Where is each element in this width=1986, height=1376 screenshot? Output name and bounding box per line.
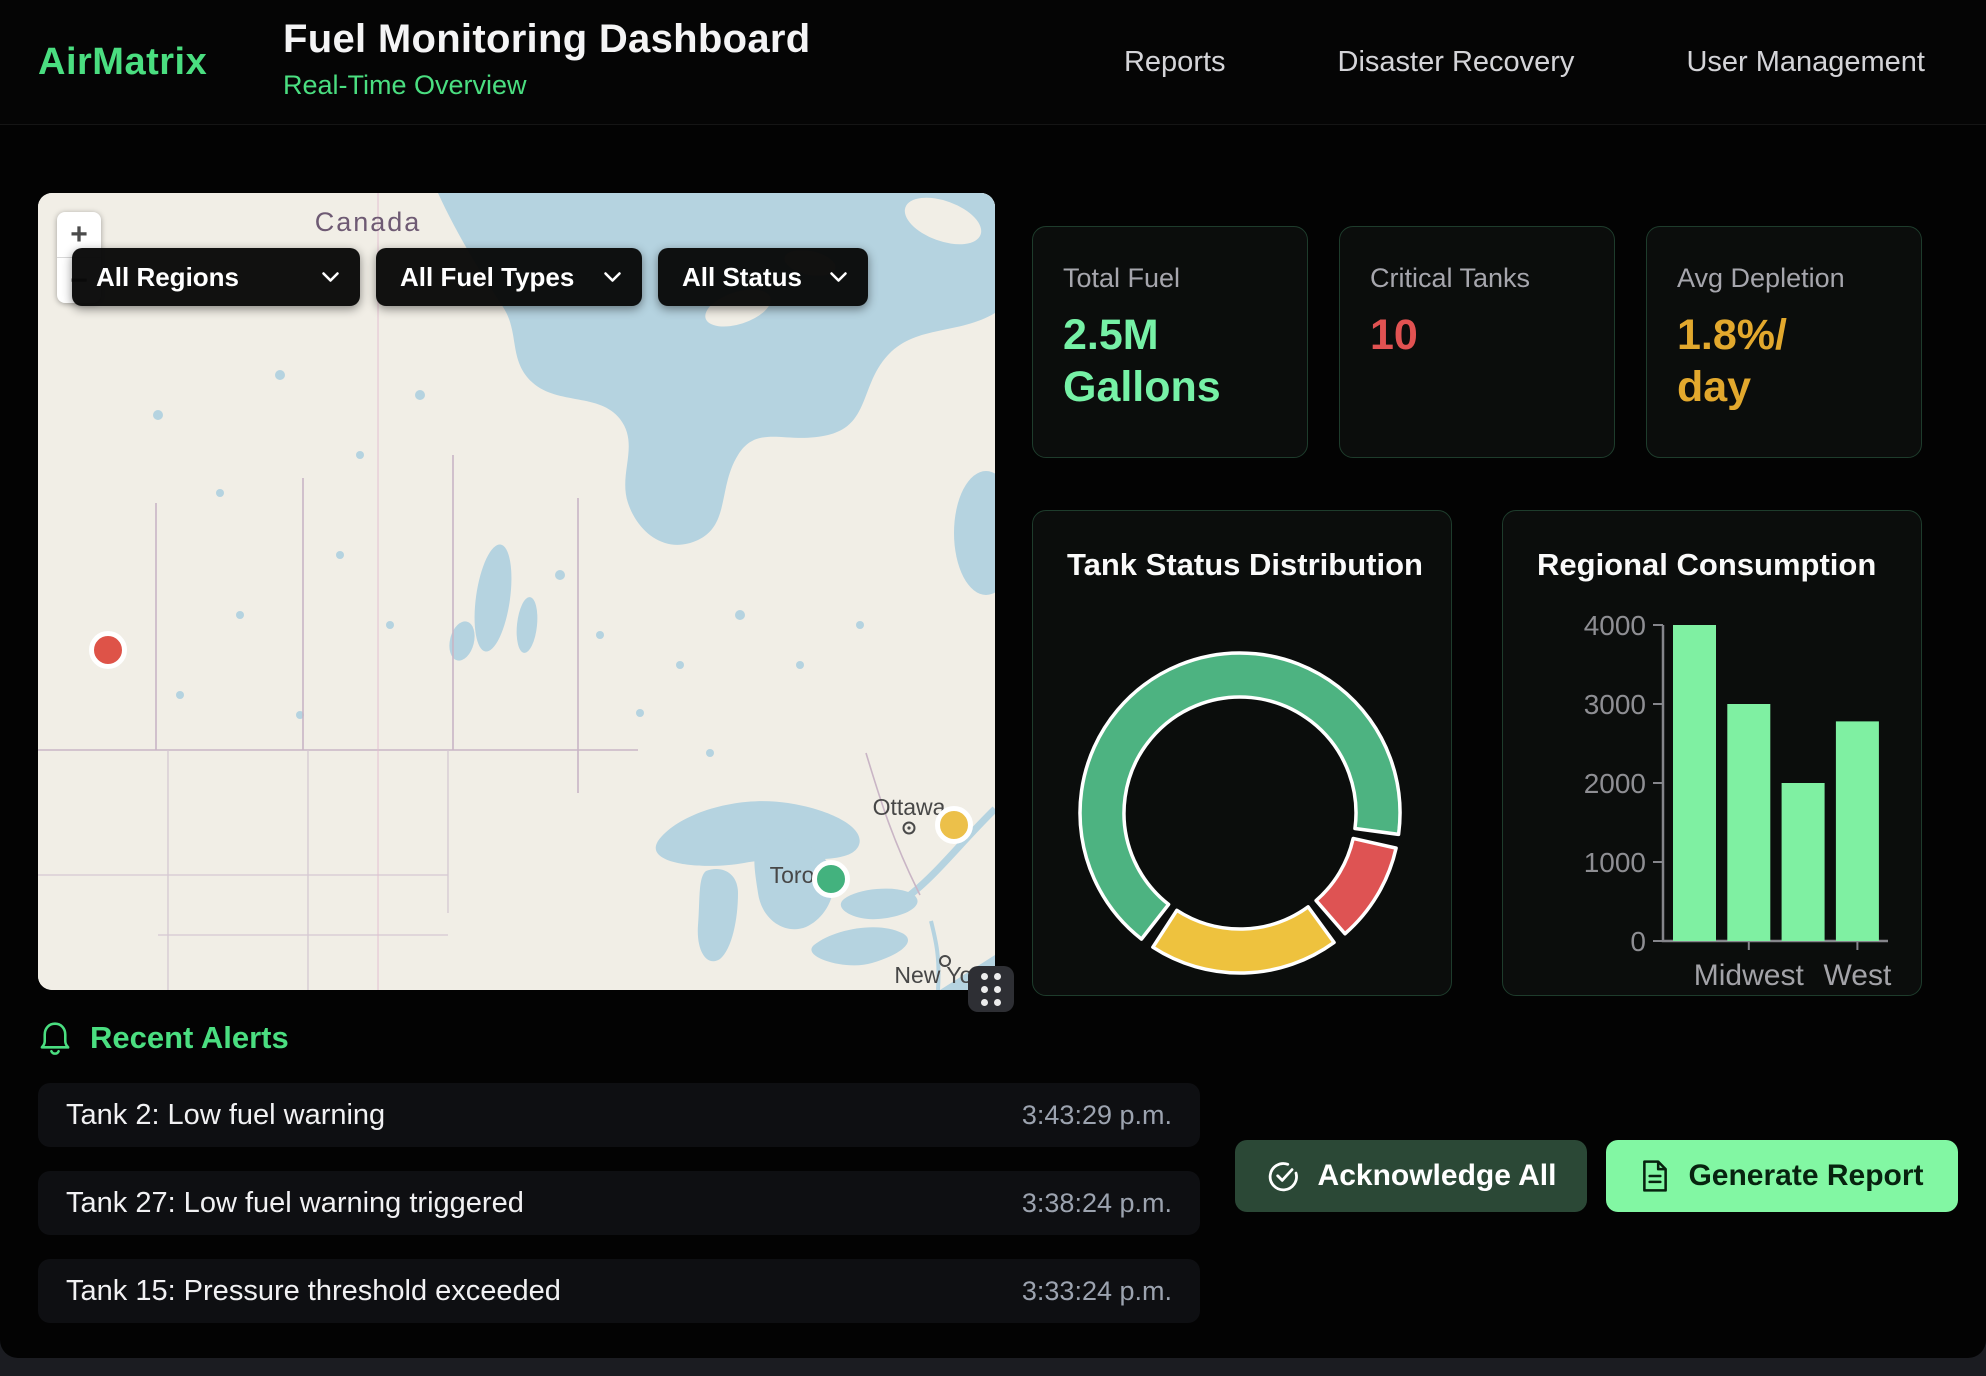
- alert-timestamp: 3:33:24 p.m.: [1022, 1276, 1172, 1307]
- nav-item-user-management[interactable]: User Management: [1686, 46, 1925, 79]
- acknowledge-all-button[interactable]: Acknowledge All: [1235, 1140, 1587, 1212]
- brand-logo: AirMatrix: [38, 0, 207, 124]
- tank-status-donut-chart: [1033, 511, 1450, 994]
- x-tick-label: Midwest: [1694, 959, 1805, 992]
- regional-consumption-bar-chart: 0 1000 2000 3000 4000 Midwest West: [1503, 511, 1920, 994]
- stat-card-total-fuel: Total Fuel 2.5M Gallons: [1032, 226, 1308, 458]
- map-resize-handle[interactable]: [968, 966, 1014, 1012]
- stat-value: 10: [1370, 310, 1584, 362]
- map-marker-critical[interactable]: [92, 634, 125, 667]
- alert-message: Tank 15: Pressure threshold exceeded: [66, 1275, 561, 1308]
- bar-2: [1782, 783, 1825, 941]
- donut-chart-title: Tank Status Distribution: [1067, 547, 1423, 583]
- recent-alerts-header: Recent Alerts: [38, 1020, 289, 1056]
- x-tick-label: West: [1824, 959, 1892, 992]
- stat-value-line2: day: [1677, 362, 1891, 414]
- handle-dot: [981, 973, 988, 980]
- handle-dot: [981, 999, 988, 1006]
- fuel-monitoring-dashboard: AirMatrix Fuel Monitoring Dashboard Real…: [0, 0, 1986, 1376]
- fuel-type-filter-value: All Fuel Types: [400, 262, 574, 293]
- stat-value: 2.5M Gallons: [1063, 310, 1277, 413]
- chevron-down-icon: [321, 271, 340, 283]
- y-tick-label: 2000: [1584, 768, 1646, 799]
- bar-0: [1673, 625, 1716, 941]
- main-nav: Reports Disaster Recovery User Managemen…: [1124, 0, 1925, 124]
- ottawa-town-dot-center: [907, 826, 910, 829]
- stat-card-avg-depletion: Avg Depletion 1.8%/ day: [1646, 226, 1922, 458]
- chevron-down-icon: [603, 271, 622, 283]
- handle-dot: [994, 986, 1001, 993]
- stat-label: Total Fuel: [1063, 263, 1277, 294]
- stat-value-line1: 1.8%/: [1677, 310, 1891, 362]
- check-circle-icon: [1266, 1159, 1300, 1193]
- header: AirMatrix Fuel Monitoring Dashboard Real…: [0, 0, 1986, 125]
- stat-cards: Total Fuel 2.5M Gallons Critical Tanks 1…: [1032, 226, 1922, 458]
- alert-row[interactable]: Tank 27: Low fuel warning triggered 3:38…: [38, 1171, 1200, 1235]
- regional-consumption-chart-card: Regional Consumption 0 1000 2000 3000 4000 Mi…: [1502, 510, 1922, 996]
- title-block: Fuel Monitoring Dashboard Real-Time Over…: [283, 17, 810, 101]
- recent-alerts-title: Recent Alerts: [90, 1020, 289, 1056]
- donut-slice-warning: [1153, 907, 1334, 973]
- stat-value: 1.8%/ day: [1677, 310, 1891, 413]
- bell-icon: [38, 1020, 72, 1056]
- stat-label: Critical Tanks: [1370, 263, 1584, 294]
- status-filter-value: All Status: [682, 262, 802, 293]
- handle-dot: [981, 986, 988, 993]
- handle-dot: [994, 999, 1001, 1006]
- document-icon: [1640, 1159, 1670, 1193]
- alert-row[interactable]: Tank 15: Pressure threshold exceeded 3:3…: [38, 1259, 1200, 1323]
- region-filter-dropdown[interactable]: All Regions: [72, 248, 360, 306]
- page-title: Fuel Monitoring Dashboard: [283, 17, 810, 62]
- status-filter-dropdown[interactable]: All Status: [658, 248, 868, 306]
- donut-slice-critical: [1316, 838, 1396, 933]
- nav-item-disaster-recovery[interactable]: Disaster Recovery: [1338, 46, 1575, 79]
- map-marker-normal[interactable]: [815, 863, 848, 896]
- stat-value-line1: 10: [1370, 310, 1584, 362]
- stat-label: Avg Depletion: [1677, 263, 1891, 294]
- generate-report-button[interactable]: Generate Report: [1606, 1140, 1958, 1212]
- generate-report-label: Generate Report: [1688, 1159, 1923, 1193]
- alert-row[interactable]: Tank 2: Low fuel warning 3:43:29 p.m.: [38, 1083, 1200, 1147]
- map-filters: All Regions All Fuel Types All Status: [72, 248, 868, 306]
- tank-map[interactable]: Canada Ottawa Toronto New York + − All R…: [38, 193, 995, 990]
- map-marker-warning[interactable]: [938, 809, 971, 842]
- y-tick-label: 3000: [1584, 689, 1646, 720]
- stat-card-critical-tanks: Critical Tanks 10: [1339, 226, 1615, 458]
- nav-item-reports[interactable]: Reports: [1124, 46, 1226, 79]
- region-filter-value: All Regions: [96, 262, 239, 293]
- y-tick-label: 4000: [1584, 610, 1646, 641]
- alert-timestamp: 3:43:29 p.m.: [1022, 1100, 1172, 1131]
- y-tick-label: 1000: [1584, 847, 1646, 878]
- map-canvas: Canada Ottawa Toronto New York: [38, 193, 995, 990]
- bar-1: [1727, 704, 1770, 941]
- map-label-ottawa: Ottawa: [873, 794, 946, 820]
- acknowledge-all-label: Acknowledge All: [1318, 1159, 1557, 1193]
- fuel-type-filter-dropdown[interactable]: All Fuel Types: [376, 248, 642, 306]
- chevron-down-icon: [829, 271, 848, 283]
- bar-3: [1836, 721, 1879, 941]
- stat-value-line2: Gallons: [1063, 362, 1277, 414]
- page-subtitle: Real-Time Overview: [283, 70, 810, 101]
- alert-timestamp: 3:38:24 p.m.: [1022, 1188, 1172, 1219]
- alert-message: Tank 27: Low fuel warning triggered: [66, 1187, 524, 1220]
- main-panel: AirMatrix Fuel Monitoring Dashboard Real…: [0, 0, 1986, 1358]
- alert-message: Tank 2: Low fuel warning: [66, 1099, 385, 1132]
- map-label-country: Canada: [315, 207, 422, 237]
- tank-status-chart-card: Tank Status Distribution: [1032, 510, 1452, 996]
- y-tick-label: 0: [1630, 926, 1646, 957]
- handle-dot: [994, 973, 1001, 980]
- bar-chart-title: Regional Consumption: [1537, 547, 1876, 583]
- stat-value-line1: 2.5M: [1063, 310, 1277, 362]
